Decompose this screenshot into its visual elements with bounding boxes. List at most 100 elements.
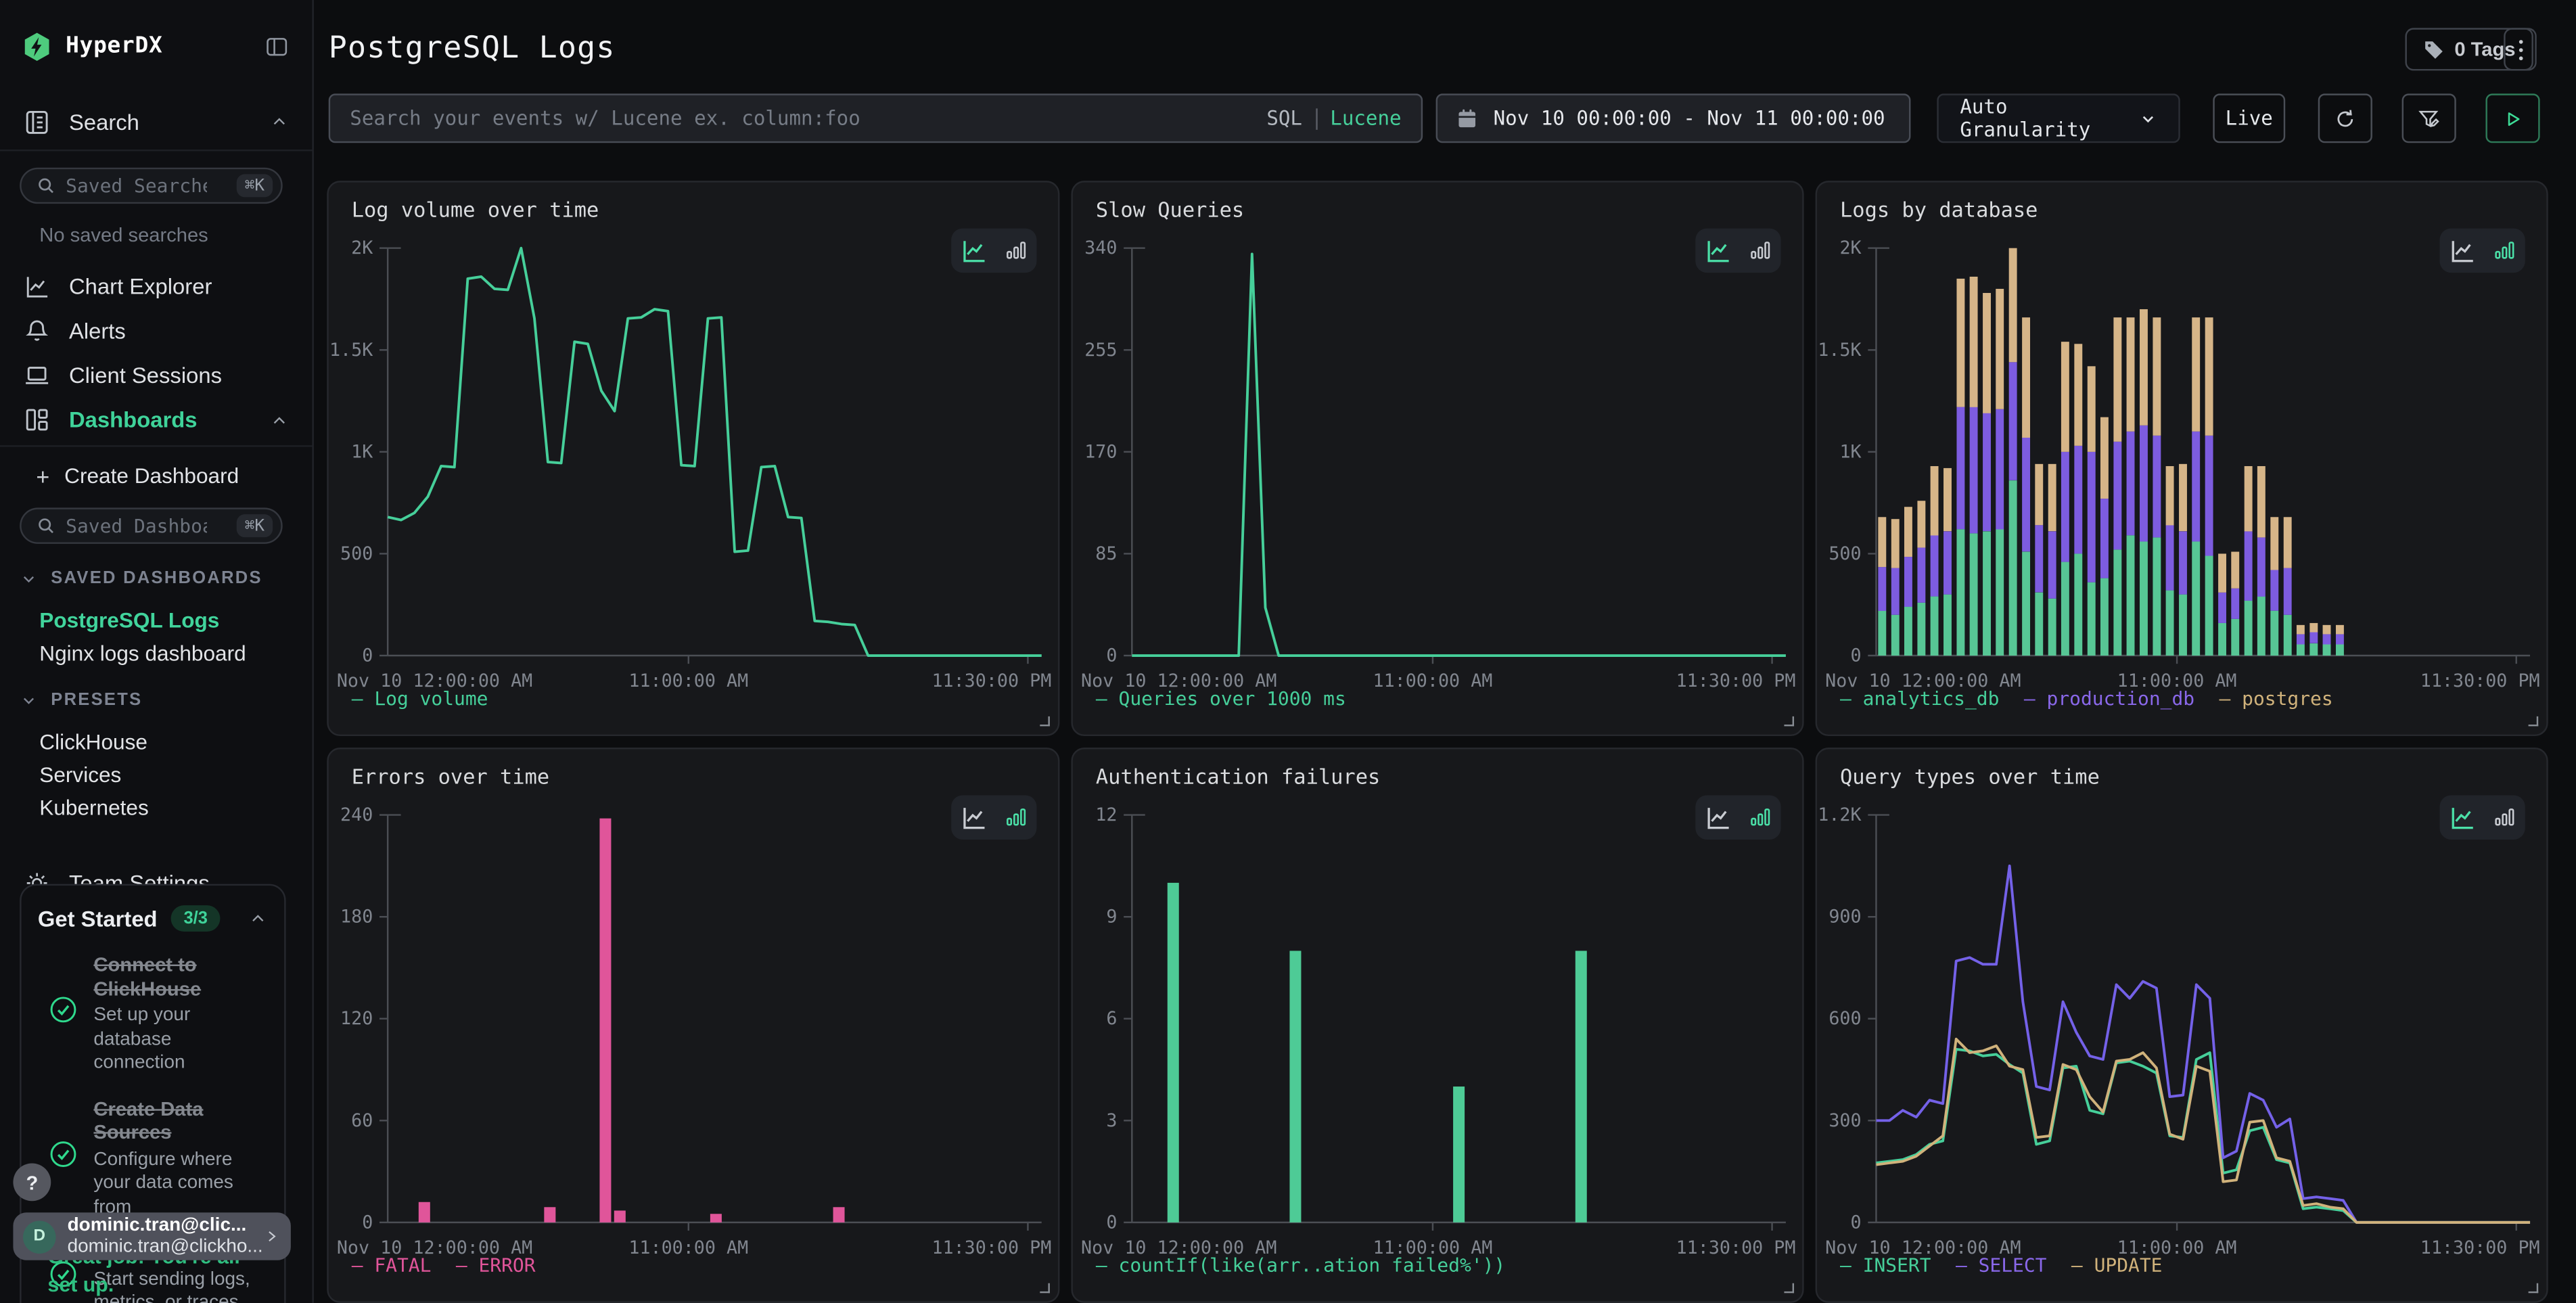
svg-text:180: 180 <box>340 907 373 928</box>
svg-text:11:30:00 PM: 11:30:00 PM <box>2420 1237 2540 1258</box>
svg-text:1K: 1K <box>351 441 373 462</box>
collapse-sidebar-icon[interactable] <box>264 34 289 58</box>
legend-item[interactable]: — UPDATE <box>2071 1254 2163 1277</box>
chart-plot[interactable]: 05001K1.5K2KNov 10 12:00:00 AM11:00:00 A… <box>1817 183 2548 736</box>
svg-text:170: 170 <box>1084 441 1117 462</box>
sidebar-item-search[interactable]: Search <box>0 102 312 141</box>
legend-item[interactable]: — ERROR <box>456 1254 536 1277</box>
more-options-button[interactable] <box>2504 28 2537 70</box>
svg-text:1.2K: 1.2K <box>1818 804 1861 825</box>
chart-title: Logs by database <box>1840 197 2038 221</box>
run-query-button[interactable] <box>2485 93 2539 143</box>
line-chart-icon[interactable] <box>959 802 989 832</box>
dashboard-grid: Log volume over time 05001K1.5K2KNov 10 … <box>327 181 2548 1303</box>
chevron-down-icon <box>20 691 38 709</box>
sidebar-item-alerts[interactable]: Alerts <box>0 309 312 354</box>
chevron-down-icon <box>2139 110 2157 128</box>
svg-text:1K: 1K <box>1839 441 1861 462</box>
saved-dashboards-input[interactable] <box>66 514 207 537</box>
svg-text:600: 600 <box>1828 1008 1861 1029</box>
divider <box>0 150 312 151</box>
shortcut-badge: ⌘K <box>237 514 273 537</box>
get-started-title: Get Started <box>38 906 158 930</box>
svg-text:240: 240 <box>340 804 373 825</box>
legend-item[interactable]: — SELECT <box>1956 1254 2047 1277</box>
legend-item[interactable]: — Queries over 1000 ms <box>1096 687 1346 710</box>
saved-dashboards-search[interactable]: ⌘K <box>20 507 283 543</box>
chart-plot[interactable]: 085170255340Nov 10 12:00:00 AM11:00:00 A… <box>1073 183 1804 736</box>
bar-chart-icon[interactable] <box>1748 805 1772 829</box>
legend-item[interactable]: — postgres <box>2220 687 2333 710</box>
line-chart-icon[interactable] <box>959 236 989 266</box>
svg-text:12: 12 <box>1095 804 1117 825</box>
svg-text:500: 500 <box>340 543 373 564</box>
user-menu[interactable]: D dominic.tran@clic... dominic.tran@clic… <box>13 1212 290 1260</box>
bar-chart-icon[interactable] <box>2492 238 2516 262</box>
sidebar-item-nginx-dashboard[interactable]: Nginx logs dashboard <box>0 636 312 669</box>
saved-searches-input[interactable] <box>66 174 207 197</box>
dashboards-grid-icon <box>23 406 51 434</box>
bar-chart-icon[interactable] <box>1748 238 1772 262</box>
svg-text:0: 0 <box>362 1212 373 1233</box>
svg-text:11:30:00 PM: 11:30:00 PM <box>932 1237 1051 1258</box>
chart-plot[interactable]: 03006009001.2KNov 10 12:00:00 AM11:00:00… <box>1817 749 2548 1302</box>
get-started-item-sources[interactable]: Create Data Sources Configure where your… <box>38 1097 268 1219</box>
sidebar-item-services[interactable]: Services <box>0 758 312 791</box>
line-chart-icon[interactable] <box>1703 236 1733 266</box>
legend-item[interactable]: — countIf(like(arr..ation failed%')) <box>1096 1254 1505 1277</box>
chart-panel-log-volume: Log volume over time 05001K1.5K2KNov 10 … <box>327 181 1059 736</box>
granularity-value: Auto Granularity <box>1960 95 2139 141</box>
legend-item[interactable]: — production_db <box>2024 687 2194 710</box>
sidebar-item-clickhouse[interactable]: ClickHouse <box>0 725 312 758</box>
chart-legend: — Log volume <box>352 687 488 710</box>
create-dashboard-button[interactable]: + Create Dashboard <box>0 447 312 505</box>
chart-plot[interactable]: 036912Nov 10 12:00:00 AM11:00:00 AM11:30… <box>1073 749 1804 1302</box>
svg-text:120: 120 <box>340 1008 373 1029</box>
chart-plot[interactable]: 05001K1.5K2KNov 10 12:00:00 AM11:00:00 A… <box>329 183 1060 736</box>
lucene-toggle[interactable]: Lucene <box>1330 107 1401 130</box>
legend-item[interactable]: — Log volume <box>352 687 488 710</box>
line-chart-icon[interactable] <box>2448 802 2478 832</box>
bar-chart-icon[interactable] <box>1004 805 1028 829</box>
svg-text:3: 3 <box>1106 1110 1117 1131</box>
svg-text:11:00:00 AM: 11:00:00 AM <box>628 1237 748 1258</box>
sidebar-item-postgresql-logs[interactable]: PostgreSQL Logs <box>0 603 312 636</box>
svg-text:9: 9 <box>1106 907 1117 928</box>
bar-chart-icon[interactable] <box>2492 805 2516 829</box>
get-started-item-connect[interactable]: Connect to ClickHouse Set up your databa… <box>38 953 268 1076</box>
filter-edit-button[interactable] <box>2402 93 2456 143</box>
sidebar-item-kubernetes[interactable]: Kubernetes <box>0 790 312 823</box>
legend-item[interactable]: — analytics_db <box>1840 687 1999 710</box>
line-chart-icon[interactable] <box>2448 236 2478 266</box>
section-saved-dashboards[interactable]: SAVED DASHBOARDS <box>0 567 312 590</box>
svg-text:500: 500 <box>1828 543 1861 564</box>
event-search-input[interactable] <box>330 107 1266 130</box>
legend-item[interactable]: — FATAL <box>352 1254 432 1277</box>
sidebar-item-chart-explorer[interactable]: Chart Explorer <box>0 265 312 309</box>
chart-legend: — countIf(like(arr..ation failed%')) <box>1096 1254 1505 1277</box>
chart-plot[interactable]: 060120180240Nov 10 12:00:00 AM11:00:00 A… <box>329 749 1060 1302</box>
legend-item[interactable]: — INSERT <box>1840 1254 1931 1277</box>
chart-legend: — FATAL — ERROR <box>352 1254 536 1277</box>
help-button[interactable]: ? <box>13 1163 51 1201</box>
granularity-select[interactable]: Auto Granularity <box>1937 93 2180 143</box>
live-button[interactable]: Live <box>2213 93 2285 143</box>
chevron-up-icon[interactable] <box>248 909 268 928</box>
chart-explorer-icon <box>23 273 51 300</box>
chart-panel-auth-failures: Authentication failures 036912Nov 10 12:… <box>1071 748 1803 1303</box>
line-chart-icon[interactable] <box>1703 802 1733 832</box>
sidebar-item-dashboards[interactable]: Dashboards <box>0 398 312 442</box>
chart-panel-slow-queries: Slow Queries 085170255340Nov 10 12:00:00… <box>1071 181 1803 736</box>
date-range-picker[interactable]: Nov 10 00:00:00 - Nov 11 00:00:00 <box>1436 93 1911 143</box>
refresh-button[interactable] <box>2318 93 2372 143</box>
sql-toggle[interactable]: SQL <box>1266 107 1302 130</box>
saved-searches-search[interactable]: ⌘K <box>20 168 283 204</box>
bar-chart-icon[interactable] <box>1004 238 1028 262</box>
magnifier-icon <box>36 176 55 196</box>
section-presets[interactable]: PRESETS <box>0 689 312 712</box>
kebab-icon <box>2516 37 2524 62</box>
sidebar-item-client-sessions[interactable]: Client Sessions <box>0 353 312 398</box>
sidebar: HyperDX Search ⌘K No saved searches <box>0 0 314 1303</box>
chevron-down-icon <box>20 570 38 588</box>
svg-text:0: 0 <box>1851 1212 1862 1233</box>
